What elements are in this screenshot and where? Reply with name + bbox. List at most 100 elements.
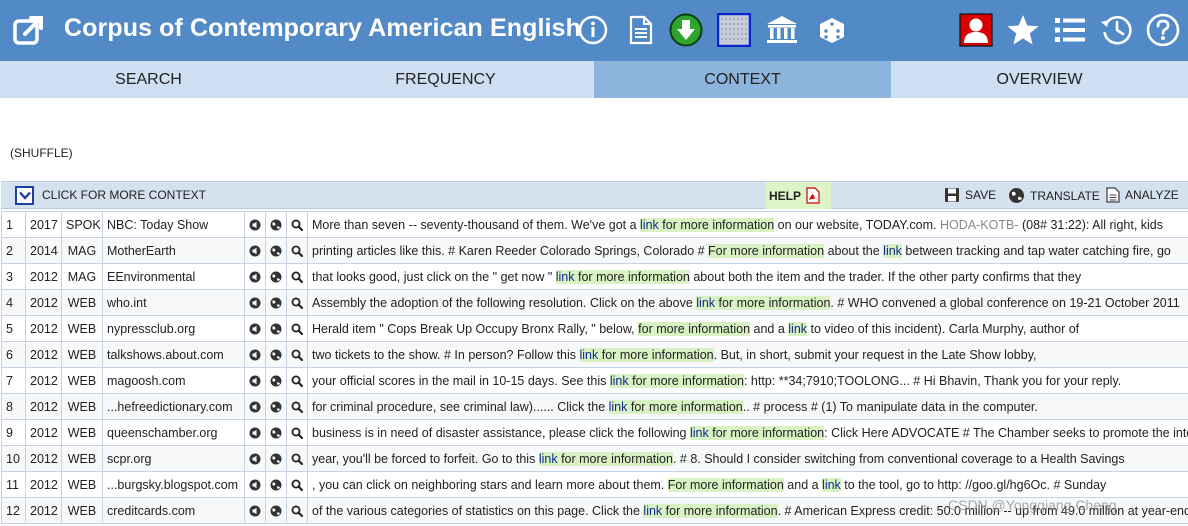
source-cell[interactable]: creditcards.com <box>102 497 245 524</box>
magnifier-icon[interactable] <box>291 297 303 310</box>
source-cell[interactable]: queenschamber.org <box>102 419 245 446</box>
expand-context-button[interactable] <box>15 186 34 205</box>
speaker-icon[interactable] <box>249 427 261 439</box>
context-cell[interactable]: of the various categories of statistics … <box>307 497 1188 524</box>
info-icon[interactable] <box>576 13 610 47</box>
speaker-icon[interactable] <box>249 219 261 231</box>
expand-context-label[interactable]: CLICK FOR MORE CONTEXT <box>42 188 206 202</box>
external-link-icon[interactable] <box>13 14 45 46</box>
context-cell[interactable]: your official scores in the mail in 10-1… <box>307 367 1188 394</box>
speaker-icon[interactable] <box>249 479 261 491</box>
context-cell[interactable]: printing articles like this. # Karen Ree… <box>307 237 1188 264</box>
globe-icon[interactable] <box>270 219 282 231</box>
globe-icon[interactable] <box>270 479 282 491</box>
dice-icon[interactable] <box>815 13 849 47</box>
magnifier-icon[interactable] <box>291 427 303 440</box>
tab-context[interactable]: CONTEXT <box>594 61 891 98</box>
context-pre: that looks good, just click on the " get… <box>312 269 556 284</box>
row-number: 7 <box>1 367 26 394</box>
speaker-icon[interactable] <box>249 323 261 335</box>
source-cell[interactable]: MotherEarth <box>102 237 245 264</box>
speaker-icon[interactable] <box>249 349 261 361</box>
speaker-icon[interactable] <box>249 245 261 257</box>
globe-icon[interactable] <box>270 505 282 517</box>
texture-icon[interactable] <box>717 13 751 47</box>
globe-icon[interactable] <box>270 271 282 283</box>
user-icon[interactable] <box>959 13 993 47</box>
source-link[interactable]: creditcards.com <box>107 504 195 518</box>
source-cell[interactable]: nypressclub.org <box>102 315 245 342</box>
source-link[interactable]: ...hefreedictionary.com <box>107 400 233 414</box>
source-link[interactable]: queenschamber.org <box>107 426 218 440</box>
magnifier-icon[interactable] <box>291 271 303 284</box>
context-cell[interactable]: More than seven -- seventy-thousand of t… <box>307 211 1188 238</box>
source-cell[interactable]: ...hefreedictionary.com <box>102 393 245 420</box>
globe-icon[interactable] <box>270 375 282 387</box>
source-link[interactable]: MotherEarth <box>107 244 176 258</box>
magnifier-icon[interactable] <box>291 245 303 258</box>
tab-frequency[interactable]: FREQUENCY <box>297 61 594 98</box>
magnifier-icon[interactable] <box>291 219 303 232</box>
source-cell[interactable]: ...burgsky.blogspot.com <box>102 471 245 498</box>
context-cell[interactable]: Herald item " Cops Break Up Occupy Bronx… <box>307 315 1188 342</box>
magnifier-icon[interactable] <box>291 375 303 388</box>
globe-icon[interactable] <box>270 245 282 257</box>
tab-overview[interactable]: OVERVIEW <box>891 61 1188 98</box>
source-link[interactable]: talkshows.about.com <box>107 348 224 362</box>
translate-button[interactable]: TRANSLATE <box>1008 187 1100 204</box>
source-cell[interactable]: talkshows.about.com <box>102 341 245 368</box>
speaker-icon[interactable] <box>249 375 261 387</box>
magnifier-icon[interactable] <box>291 349 303 362</box>
globe-icon[interactable] <box>270 427 282 439</box>
context-cell[interactable]: Assembly the adoption of the following r… <box>307 289 1188 316</box>
document-icon[interactable] <box>624 13 658 47</box>
save-button[interactable]: SAVE <box>944 187 996 203</box>
speaker-icon[interactable] <box>249 505 261 517</box>
source-cell[interactable]: NBC: Today Show <box>102 211 245 238</box>
source-cell[interactable]: who.int <box>102 289 245 316</box>
tab-search[interactable]: SEARCH <box>0 61 297 98</box>
magnifier-icon[interactable] <box>291 401 303 414</box>
source-link[interactable]: ...burgsky.blogspot.com <box>107 478 238 492</box>
speaker-icon[interactable] <box>249 271 261 283</box>
speaker-icon[interactable] <box>249 453 261 465</box>
globe-icon[interactable] <box>270 401 282 413</box>
keyword-match: information <box>688 321 751 336</box>
context-cell[interactable]: , you can click on neighboring stars and… <box>307 471 1188 498</box>
analyze-button[interactable]: ANALYZE <box>1106 187 1179 203</box>
source-link[interactable]: who.int <box>107 296 147 310</box>
history-icon[interactable] <box>1100 13 1134 47</box>
download-icon[interactable] <box>669 13 703 47</box>
speaker-icon[interactable] <box>249 297 261 309</box>
shuffle-link[interactable]: (SHUFFLE) <box>10 146 73 160</box>
source-link[interactable]: NBC: Today Show <box>107 218 208 232</box>
magnifier-icon[interactable] <box>291 323 303 336</box>
help-icon[interactable] <box>1146 13 1180 47</box>
source-link[interactable]: EEnvironmental <box>107 270 195 284</box>
globe-icon[interactable] <box>270 323 282 335</box>
source-cell[interactable]: EEnvironmental <box>102 263 245 290</box>
keyword-match: information <box>611 451 673 466</box>
museum-icon[interactable] <box>765 13 799 47</box>
source-cell[interactable]: scpr.org <box>102 445 245 472</box>
magnifier-icon[interactable] <box>291 505 303 518</box>
context-cell[interactable]: year, you'll be forced to forfeit. Go to… <box>307 445 1188 472</box>
globe-icon[interactable] <box>270 297 282 309</box>
star-icon[interactable] <box>1006 13 1040 47</box>
genre-cell: WEB <box>61 445 103 472</box>
context-cell[interactable]: for criminal procedure, see criminal law… <box>307 393 1188 420</box>
source-link[interactable]: nypressclub.org <box>107 322 195 336</box>
help-button[interactable]: HELP <box>765 182 831 209</box>
source-link[interactable]: magoosh.com <box>107 374 186 388</box>
globe-icon[interactable] <box>270 453 282 465</box>
magnifier-icon[interactable] <box>291 453 303 466</box>
magnifier-icon[interactable] <box>291 479 303 492</box>
context-cell[interactable]: that looks good, just click on the " get… <box>307 263 1188 290</box>
list-icon[interactable] <box>1053 13 1087 47</box>
globe-icon[interactable] <box>270 349 282 361</box>
speaker-icon[interactable] <box>249 401 261 413</box>
source-cell[interactable]: magoosh.com <box>102 367 245 394</box>
context-cell[interactable]: business is in need of disaster assistan… <box>307 419 1188 446</box>
source-link[interactable]: scpr.org <box>107 452 151 466</box>
context-cell[interactable]: two tickets to the show. # In person? Fo… <box>307 341 1188 368</box>
